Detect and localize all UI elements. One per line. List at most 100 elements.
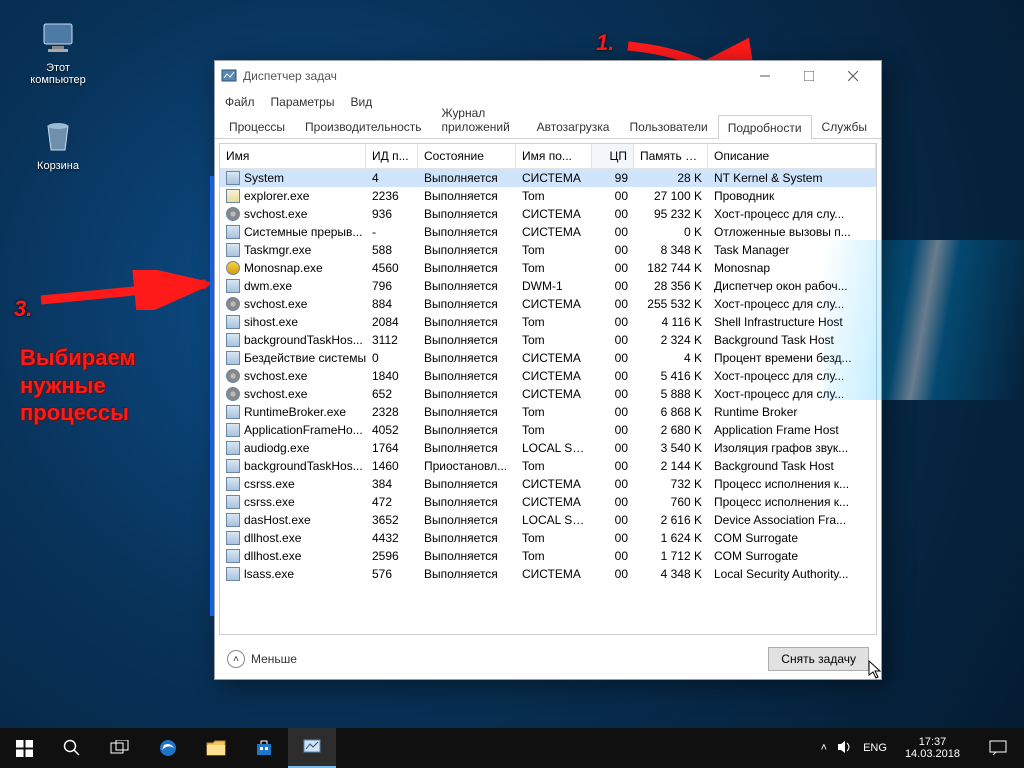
process-icon [226, 441, 240, 455]
column-cpu[interactable]: ЦП [592, 144, 634, 168]
menu-view[interactable]: Вид [350, 95, 372, 109]
process-icon [226, 387, 240, 401]
table-row[interactable]: sihost.exe2084ВыполняетсяTom004 116 KShe… [220, 313, 876, 331]
process-icon [226, 423, 240, 437]
titlebar[interactable]: Диспетчер задач [215, 61, 881, 91]
tab-6[interactable]: Службы [812, 114, 877, 138]
tab-5[interactable]: Подробности [718, 115, 812, 139]
fewer-details-label: Меньше [251, 652, 297, 666]
tray-volume-icon[interactable] [837, 740, 853, 757]
tray-clock[interactable]: 17:37 14.03.2018 [897, 736, 968, 760]
action-center-button[interactable] [978, 728, 1018, 768]
table-row[interactable]: audiodg.exe1764ВыполняетсяLOCAL SE...003… [220, 439, 876, 457]
column-name[interactable]: Имя [220, 144, 366, 168]
end-task-button[interactable]: Снять задачу [768, 647, 869, 671]
table-row[interactable]: Системные прерыв...-ВыполняетсяСИСТЕМА00… [220, 223, 876, 241]
table-body[interactable]: System4ВыполняетсяСИСТЕМА9928 KNT Kernel… [220, 169, 876, 634]
column-user[interactable]: Имя по... [516, 144, 592, 168]
desktop: Этот компьютер Корзина 1. 2. 3. 4. Выбир… [0, 0, 1024, 768]
task-manager-window: Диспетчер задач Файл Параметры Вид Проце… [214, 60, 882, 680]
taskbar-store[interactable] [240, 728, 288, 768]
desktop-icon-recycle[interactable]: Корзина [18, 116, 98, 172]
process-icon [226, 207, 240, 221]
tabstrip: ПроцессыПроизводительностьЖурнал приложе… [215, 113, 881, 139]
menubar: Файл Параметры Вид [215, 91, 881, 113]
window-title: Диспетчер задач [243, 69, 337, 83]
tab-3[interactable]: Автозагрузка [527, 114, 620, 138]
table-row[interactable]: dllhost.exe2596ВыполняетсяTom001 712 KCO… [220, 547, 876, 565]
tab-4[interactable]: Пользователи [619, 114, 717, 138]
table-row[interactable]: svchost.exe1840ВыполняетсяСИСТЕМА005 416… [220, 367, 876, 385]
desktop-icon-computer[interactable]: Этот компьютер [18, 18, 98, 86]
taskbar-edge[interactable] [144, 728, 192, 768]
table-row[interactable]: System4ВыполняетсяСИСТЕМА9928 KNT Kernel… [220, 169, 876, 187]
process-icon [226, 477, 240, 491]
table-row[interactable]: RuntimeBroker.exe2328ВыполняетсяTom006 8… [220, 403, 876, 421]
table-row[interactable]: ApplicationFrameHo...4052ВыполняетсяTom0… [220, 421, 876, 439]
process-icon [226, 315, 240, 329]
column-mem[interactable]: Память (ч... [634, 144, 708, 168]
tab-1[interactable]: Производительность [295, 114, 431, 138]
process-icon [226, 531, 240, 545]
process-icon [226, 351, 240, 365]
arrow-3 [36, 270, 226, 310]
minimize-button[interactable] [743, 62, 787, 90]
table-row[interactable]: csrss.exe472ВыполняетсяСИСТЕМА00760 KПро… [220, 493, 876, 511]
process-icon [226, 567, 240, 581]
table-row[interactable]: dasHost.exe3652ВыполняетсяLOCAL SE...002… [220, 511, 876, 529]
window-footer: ˄ Меньше Снять задачу [215, 639, 881, 679]
annotation-1: 1. [596, 30, 614, 56]
task-view-button[interactable] [96, 728, 144, 768]
process-icon [226, 189, 240, 203]
tray-time: 17:37 [905, 736, 960, 748]
table-row[interactable]: backgroundTaskHos...3112ВыполняетсяTom00… [220, 331, 876, 349]
process-icon [226, 513, 240, 527]
table-row[interactable]: Monosnap.exe4560ВыполняетсяTom00182 744 … [220, 259, 876, 277]
table-row[interactable]: csrss.exe384ВыполняетсяСИСТЕМА00732 KПро… [220, 475, 876, 493]
table-row[interactable]: Бездействие системы0ВыполняетсяСИСТЕМА00… [220, 349, 876, 367]
process-icon [226, 459, 240, 473]
table-row[interactable]: backgroundTaskHos...1460Приостановл...To… [220, 457, 876, 475]
tray-language[interactable]: ENG [863, 742, 887, 754]
process-icon [226, 333, 240, 347]
tab-2[interactable]: Журнал приложений [432, 100, 527, 138]
table-row[interactable]: explorer.exe2236ВыполняетсяTom0027 100 K… [220, 187, 876, 205]
process-icon [226, 225, 240, 239]
table-row[interactable]: svchost.exe652ВыполняетсяСИСТЕМА005 888 … [220, 385, 876, 403]
table-header: ИмяИД п...СостояниеИмя по...ЦППамять (ч.… [220, 144, 876, 169]
tab-0[interactable]: Процессы [219, 114, 295, 138]
process-icon [226, 369, 240, 383]
table-row[interactable]: svchost.exe884ВыполняетсяСИСТЕМА00255 53… [220, 295, 876, 313]
taskbar-taskmgr[interactable] [288, 728, 336, 768]
column-pid[interactable]: ИД п... [366, 144, 418, 168]
annotation-3: 3. [14, 296, 32, 322]
maximize-button[interactable] [787, 62, 831, 90]
taskbar-explorer[interactable] [192, 728, 240, 768]
column-status[interactable]: Состояние [418, 144, 516, 168]
process-icon [226, 495, 240, 509]
table-row[interactable]: Taskmgr.exe588ВыполняетсяTom008 348 KTas… [220, 241, 876, 259]
recycle-bin-icon [38, 116, 78, 156]
close-button[interactable] [831, 62, 875, 90]
process-icon [226, 279, 240, 293]
taskbar: ˄ ENG 17:37 14.03.2018 [0, 728, 1024, 768]
process-icon [226, 405, 240, 419]
column-desc[interactable]: Описание [708, 144, 876, 168]
fewer-details-button[interactable]: ˄ Меньше [227, 650, 297, 668]
process-icon [226, 297, 240, 311]
chevron-up-icon: ˄ [227, 650, 245, 668]
process-icon [226, 171, 240, 185]
process-icon [226, 243, 240, 257]
table-row[interactable]: dwm.exe796ВыполняетсяDWM-10028 356 KДисп… [220, 277, 876, 295]
menu-options[interactable]: Параметры [271, 95, 335, 109]
search-button[interactable] [48, 728, 96, 768]
annotation-text: Выбираем нужные процессы [20, 344, 136, 427]
table-row[interactable]: svchost.exe936ВыполняетсяСИСТЕМА0095 232… [220, 205, 876, 223]
desktop-icon-label: Этот компьютер [30, 62, 85, 86]
table-row[interactable]: lsass.exe576ВыполняетсяСИСТЕМА004 348 KL… [220, 565, 876, 583]
process-icon [226, 549, 240, 563]
table-row[interactable]: dllhost.exe4432ВыполняетсяTom001 624 KCO… [220, 529, 876, 547]
menu-file[interactable]: Файл [225, 95, 255, 109]
tray-chevron-icon[interactable]: ˄ [821, 742, 827, 754]
start-button[interactable] [0, 728, 48, 768]
